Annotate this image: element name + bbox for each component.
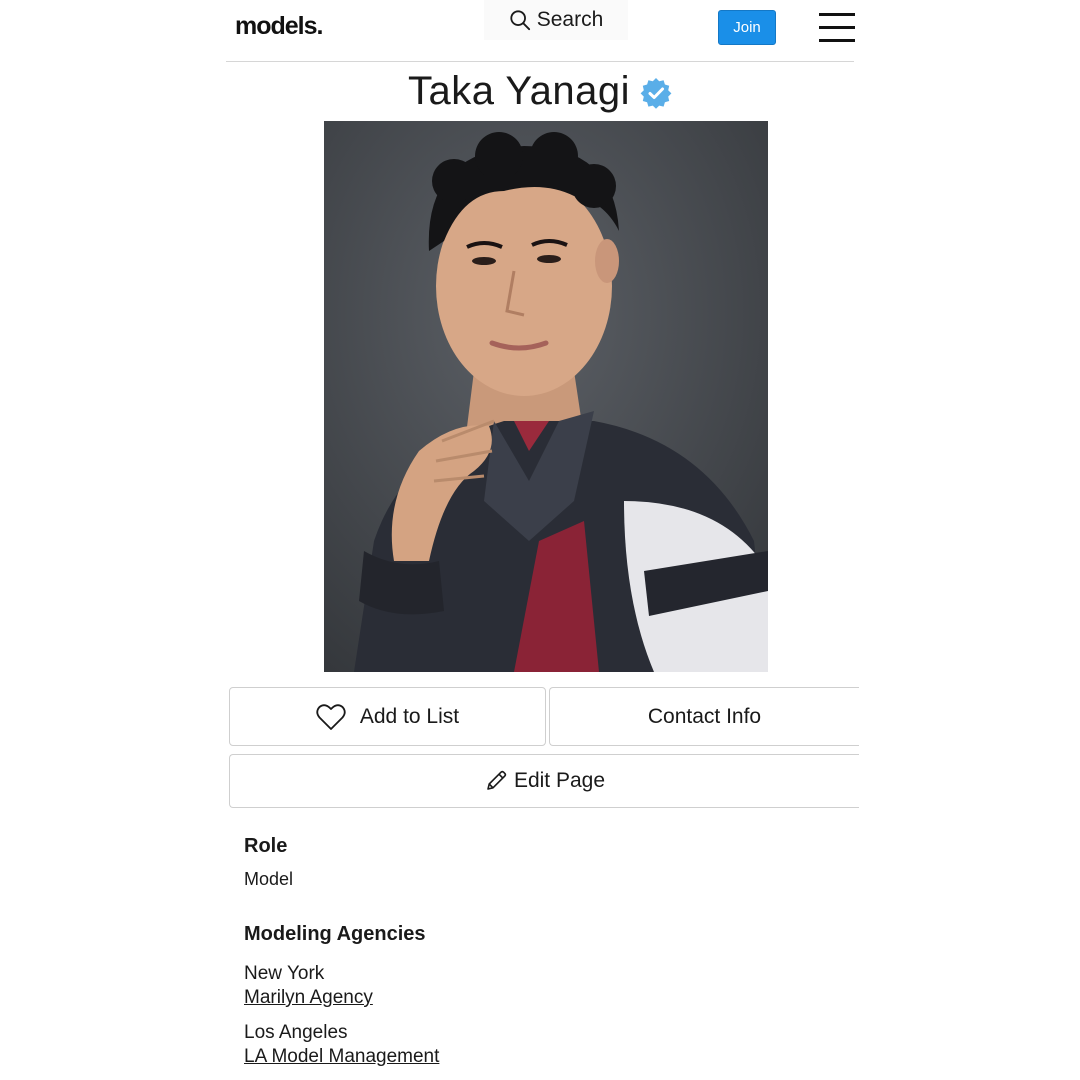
role-value: Model	[244, 869, 294, 889]
profile-title: Taka Yanagi	[226, 66, 854, 116]
site-logo[interactable]: models.	[235, 12, 323, 41]
contact-info-button[interactable]: Contact Info	[549, 687, 859, 746]
agency-city: Los Angeles	[244, 1022, 348, 1043]
role-heading: Role	[244, 835, 288, 857]
contact-info-label: Contact Info	[647, 704, 762, 728]
pencil-icon	[487, 770, 507, 790]
join-button[interactable]: Join	[718, 10, 776, 45]
verified-badge-icon	[640, 78, 672, 109]
edit-page-label: Edit Page	[513, 769, 606, 792]
hamburger-menu-icon[interactable]	[819, 13, 855, 43]
edit-page-button[interactable]: Edit Page	[229, 754, 859, 808]
agency-city: New York	[244, 963, 325, 984]
profile-photo-illustration	[324, 121, 768, 672]
add-to-list-label: Add to List	[359, 704, 460, 728]
search-label: Search	[536, 8, 604, 31]
profile-name: Taka Yanagi	[408, 68, 630, 113]
agency-link-la-model-management[interactable]: LA Model Management	[244, 1046, 439, 1068]
agency-link-marilyn[interactable]: Marilyn Agency	[244, 987, 373, 1009]
top-navigation-bar: models. Search Join	[226, 0, 855, 62]
heart-icon	[316, 703, 346, 730]
modeling-agencies-heading: Modeling Agencies	[244, 923, 426, 945]
profile-page: models. Search Join Taka Yanagi Add to L…	[0, 0, 1080, 1080]
search-icon	[510, 10, 530, 31]
search-button[interactable]: Search	[484, 0, 628, 40]
profile-photo	[324, 121, 768, 672]
add-to-list-button[interactable]: Add to List	[229, 687, 546, 746]
